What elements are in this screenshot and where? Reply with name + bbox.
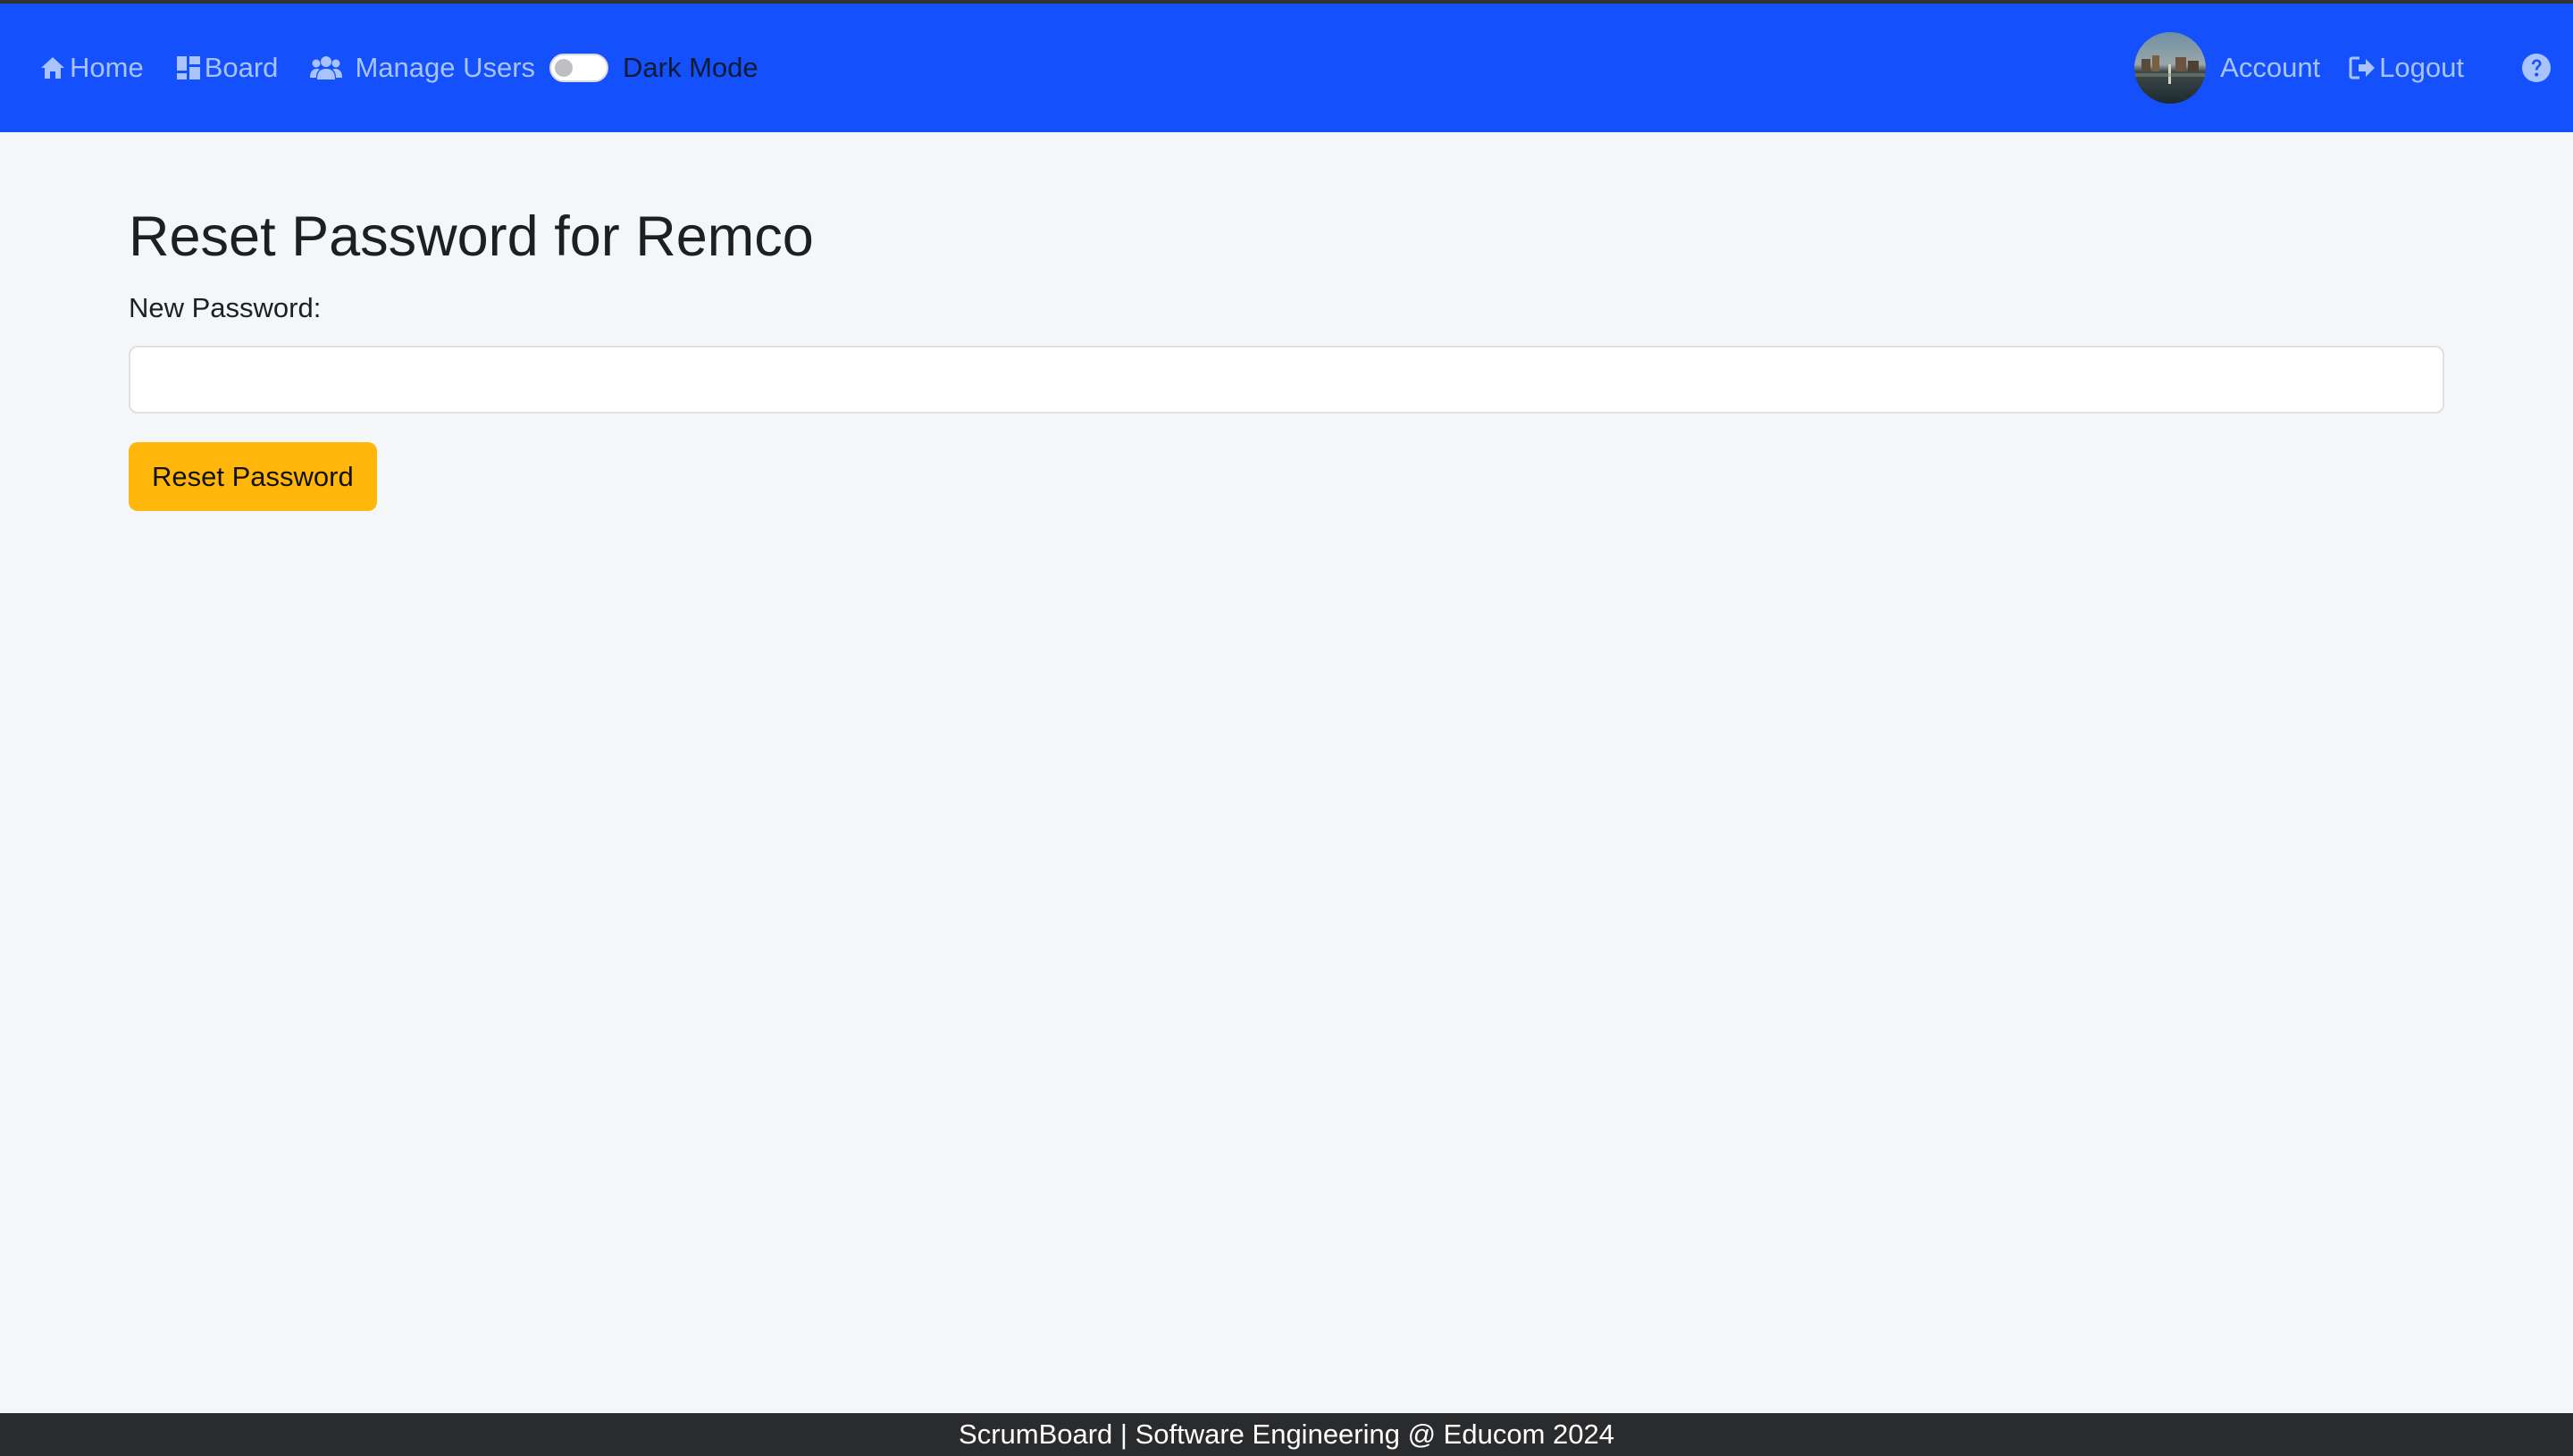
nav-home-link[interactable]: Home [39,52,144,84]
new-password-label: New Password: [129,292,322,323]
nav-account-label: Account [2220,52,2321,83]
dark-mode-toggle-knob [555,59,574,77]
nav-board-label: Board [204,52,279,83]
avatar[interactable] [2134,32,2207,104]
footer-text: ScrumBoard | Software Engineering @ Educ… [959,1418,1614,1450]
nav-left-group: Home Board Manage Users Dark Mode [39,4,758,132]
footer: ScrumBoard | Software Engineering @ Educ… [0,1413,2573,1456]
nav-logout-link[interactable]: Logout [2349,52,2464,84]
home-icon [39,55,66,80]
main-content: Reset Password for Remco New Password: R… [129,132,2444,511]
nav-right-group: Account Logout [2134,4,2573,132]
board-icon [176,55,201,80]
dark-mode-toggle[interactable] [549,54,609,82]
nav-logout-label: Logout [2379,52,2464,83]
nav-manage-users-label: Manage Users [355,52,536,83]
users-icon [310,54,343,81]
nav-board-link[interactable]: Board [176,52,279,84]
question-circle-icon[interactable] [2521,53,2552,83]
reset-password-button[interactable]: Reset Password [129,442,377,511]
nav-home-label: Home [70,52,144,83]
nav-account-link[interactable]: Account [2220,52,2320,84]
navbar: Home Board Manage Users Dark Mode Accoun… [0,4,2573,132]
logout-icon [2349,55,2376,80]
dark-mode-label: Dark Mode [623,52,758,83]
new-password-input[interactable] [129,346,2444,414]
nav-manage-users-link[interactable]: Manage Users [310,52,535,84]
page-title: Reset Password for Remco [129,205,814,268]
